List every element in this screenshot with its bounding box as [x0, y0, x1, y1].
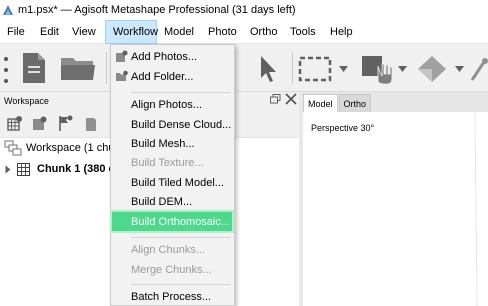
window-title: m1.psx* — Agisoft Metashape Professional… [18, 4, 296, 16]
menu-separator [131, 92, 231, 93]
toolbar-separator [106, 52, 107, 84]
workspace-title: Workspace [4, 96, 49, 106]
expand-arrow-icon[interactable] [5, 165, 11, 174]
menu-item-merge-chunks: Merge Chunks... [111, 260, 234, 280]
menu-item-label: Build Texture... [131, 157, 204, 169]
viewport-grid-line [474, 112, 478, 306]
menu-item-label: Align Photos... [131, 99, 202, 111]
menu-item-label: Merge Chunks... [131, 264, 212, 276]
menu-item-label: Build Orthomosaic... [131, 215, 231, 228]
menu-item-build-dense-cloud[interactable]: Build Dense Cloud... [111, 115, 234, 135]
menu-item-label: Align Chunks... [131, 244, 205, 256]
metashape-app-icon [3, 5, 13, 15]
menu-item-align-photos[interactable]: Align Photos... [111, 95, 234, 115]
menu-tools[interactable]: Tools [283, 20, 323, 44]
menu-item-build-texture: Build Texture... [111, 153, 234, 173]
menu-bar: File Edit View Workflow Model Photo Orth… [0, 19, 488, 44]
close-icon[interactable] [285, 93, 297, 105]
menu-item-label: Batch Process... [131, 291, 212, 303]
menu-item-build-orthomosaic[interactable]: Build Orthomosaic... [112, 212, 232, 231]
chunk-row[interactable]: Chunk 1 (380 ca [0, 159, 121, 179]
toolbar-separator [292, 52, 293, 84]
selection-dropdown-icon[interactable] [339, 66, 348, 72]
menu-item-batch-process[interactable]: Batch Process... [111, 287, 234, 306]
title-bar: m1.psx* — Agisoft Metashape Professional… [0, 0, 488, 20]
model-viewport[interactable]: Perspective 30° [303, 112, 488, 306]
menu-separator [131, 237, 231, 238]
menu-item-build-mesh[interactable]: Build Mesh... [111, 134, 234, 154]
menu-file[interactable]: File [0, 20, 33, 44]
workspace-icon [4, 140, 22, 156]
new-document-icon[interactable] [20, 52, 48, 84]
add-chunk-icon[interactable] [6, 116, 22, 132]
menu-item-label: Add Photos... [131, 51, 198, 63]
menu-item-label: Build Tiled Model... [131, 177, 224, 189]
workspace-header-buttons [270, 93, 297, 105]
undock-icon[interactable] [270, 94, 281, 104]
menu-item-label: Build DEM... [131, 196, 193, 208]
menu-item-build-tiled-model[interactable]: Build Tiled Model... [111, 173, 234, 193]
menu-ortho[interactable]: Ortho [243, 20, 283, 44]
toolbar-grip[interactable] [4, 57, 8, 83]
chunk-icon [17, 162, 30, 176]
add-folder-icon [116, 70, 128, 81]
menu-item-label: Build Dense Cloud... [131, 119, 232, 131]
shape-dropdown-icon[interactable] [455, 66, 464, 72]
add-photos-icon [116, 50, 128, 62]
navigation-dropdown-icon[interactable] [398, 66, 407, 72]
remove-items-icon[interactable] [84, 116, 98, 132]
menu-item-align-chunks: Align Chunks... [111, 240, 234, 260]
menu-item-label: Add Folder... [131, 71, 194, 83]
rectangle-selection-icon[interactable] [298, 56, 334, 84]
app-window: m1.psx* — Agisoft Metashape Professional… [0, 0, 488, 306]
measure-tool-icon[interactable] [470, 56, 488, 82]
tab-ortho[interactable]: Ortho [338, 94, 372, 112]
menu-item-build-dem[interactable]: Build DEM... [111, 192, 234, 212]
shape-tool-icon[interactable] [414, 54, 450, 84]
menu-model[interactable]: Model [157, 20, 201, 44]
model-view-panel: Model Ortho Perspective 30° [303, 92, 488, 306]
main-toolbar [0, 44, 488, 92]
add-photos-icon[interactable] [31, 116, 47, 132]
add-marker-icon[interactable] [57, 115, 73, 132]
chunk-label: Chunk 1 (380 ca [37, 163, 121, 175]
projection-label: Perspective 30° [311, 123, 375, 133]
menu-item-add-photos[interactable]: Add Photos... [111, 47, 234, 67]
view-tabs: Model Ortho [303, 92, 488, 112]
menu-help[interactable]: Help [323, 20, 359, 44]
navigation-hand-icon[interactable] [360, 52, 394, 86]
menu-view[interactable]: View [65, 20, 105, 44]
menu-workflow[interactable]: Workflow [105, 19, 158, 44]
menu-item-add-folder[interactable]: Add Folder... [111, 67, 234, 87]
menu-separator [131, 284, 231, 285]
menu-item-label: Build Mesh... [131, 138, 195, 150]
workflow-menu: Add Photos... Add Folder... Align Photos… [110, 44, 235, 306]
tab-model[interactable]: Model [303, 94, 338, 112]
pointer-tool-icon[interactable] [258, 54, 280, 84]
menu-edit[interactable]: Edit [33, 20, 65, 44]
menu-photo[interactable]: Photo [201, 20, 243, 44]
open-folder-icon[interactable] [60, 54, 96, 82]
